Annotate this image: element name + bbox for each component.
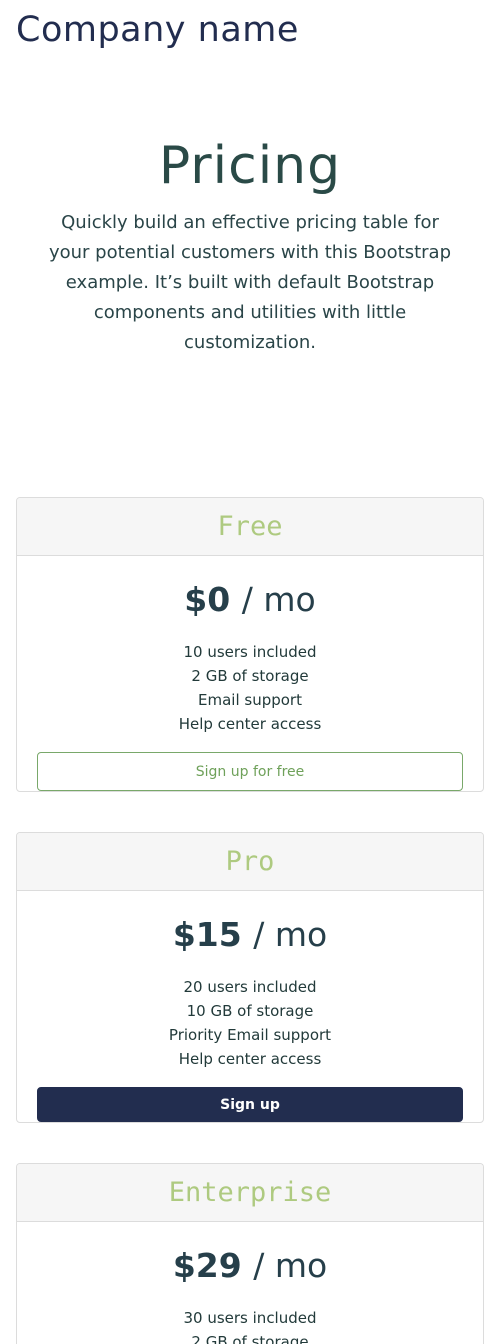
pricing-card-enterprise: Enterprise $29 / mo 30 users included 2 …: [16, 1163, 484, 1344]
feature-item: 2 GB of storage: [191, 1333, 309, 1344]
feature-item: Help center access: [178, 715, 322, 733]
feature-item: 10 users included: [183, 643, 317, 661]
card-body: $15 / mo 20 users included 10 GB of stor…: [17, 891, 483, 1122]
plan-name: Pro: [17, 833, 483, 891]
feature-list: 20 users included 10 GB of storage Prior…: [37, 975, 463, 1071]
feature-item: 2 GB of storage: [191, 667, 309, 685]
feature-list: 10 users included 2 GB of storage Email …: [37, 640, 463, 736]
price-period: / mo: [253, 915, 328, 954]
plan-price: $0 / mo: [37, 576, 463, 624]
feature-item: Help center access: [178, 1050, 322, 1068]
pricing-card-free: Free $0 / mo 10 users included 2 GB of s…: [16, 497, 484, 792]
price-period: / mo: [241, 580, 316, 619]
card-body: $0 / mo 10 users included 2 GB of storag…: [17, 556, 483, 791]
plan-name: Free: [17, 498, 483, 556]
price-amount: $29: [172, 1246, 242, 1285]
sign-up-button[interactable]: Sign up: [37, 1087, 463, 1122]
plan-price: $15 / mo: [37, 911, 463, 959]
plan-name: Enterprise: [17, 1164, 483, 1222]
page-title: Pricing: [158, 136, 342, 196]
price-period: / mo: [253, 1246, 328, 1285]
card-body: $29 / mo 30 users included 2 GB of stora…: [17, 1222, 483, 1344]
price-amount: $15: [172, 915, 242, 954]
feature-item: Priority Email support: [168, 1026, 332, 1044]
feature-item: 10 GB of storage: [186, 1002, 314, 1020]
price-amount: $0: [184, 580, 231, 619]
feature-item: 30 users included: [183, 1309, 317, 1327]
feature-item: Email support: [198, 691, 302, 709]
plan-price: $29 / mo: [37, 1242, 463, 1290]
sign-up-free-button[interactable]: Sign up for free: [37, 752, 463, 791]
brand-title[interactable]: Company name: [16, 6, 299, 54]
feature-list: 30 users included 2 GB of storage: [37, 1306, 463, 1344]
lead-text: Quickly build an effective pricing table…: [48, 212, 452, 353]
feature-item: 20 users included: [183, 978, 317, 996]
pricing-card-pro: Pro $15 / mo 20 users included 10 GB of …: [16, 832, 484, 1123]
pricing-header: Pricing Quickly build an effective prici…: [40, 128, 460, 358]
